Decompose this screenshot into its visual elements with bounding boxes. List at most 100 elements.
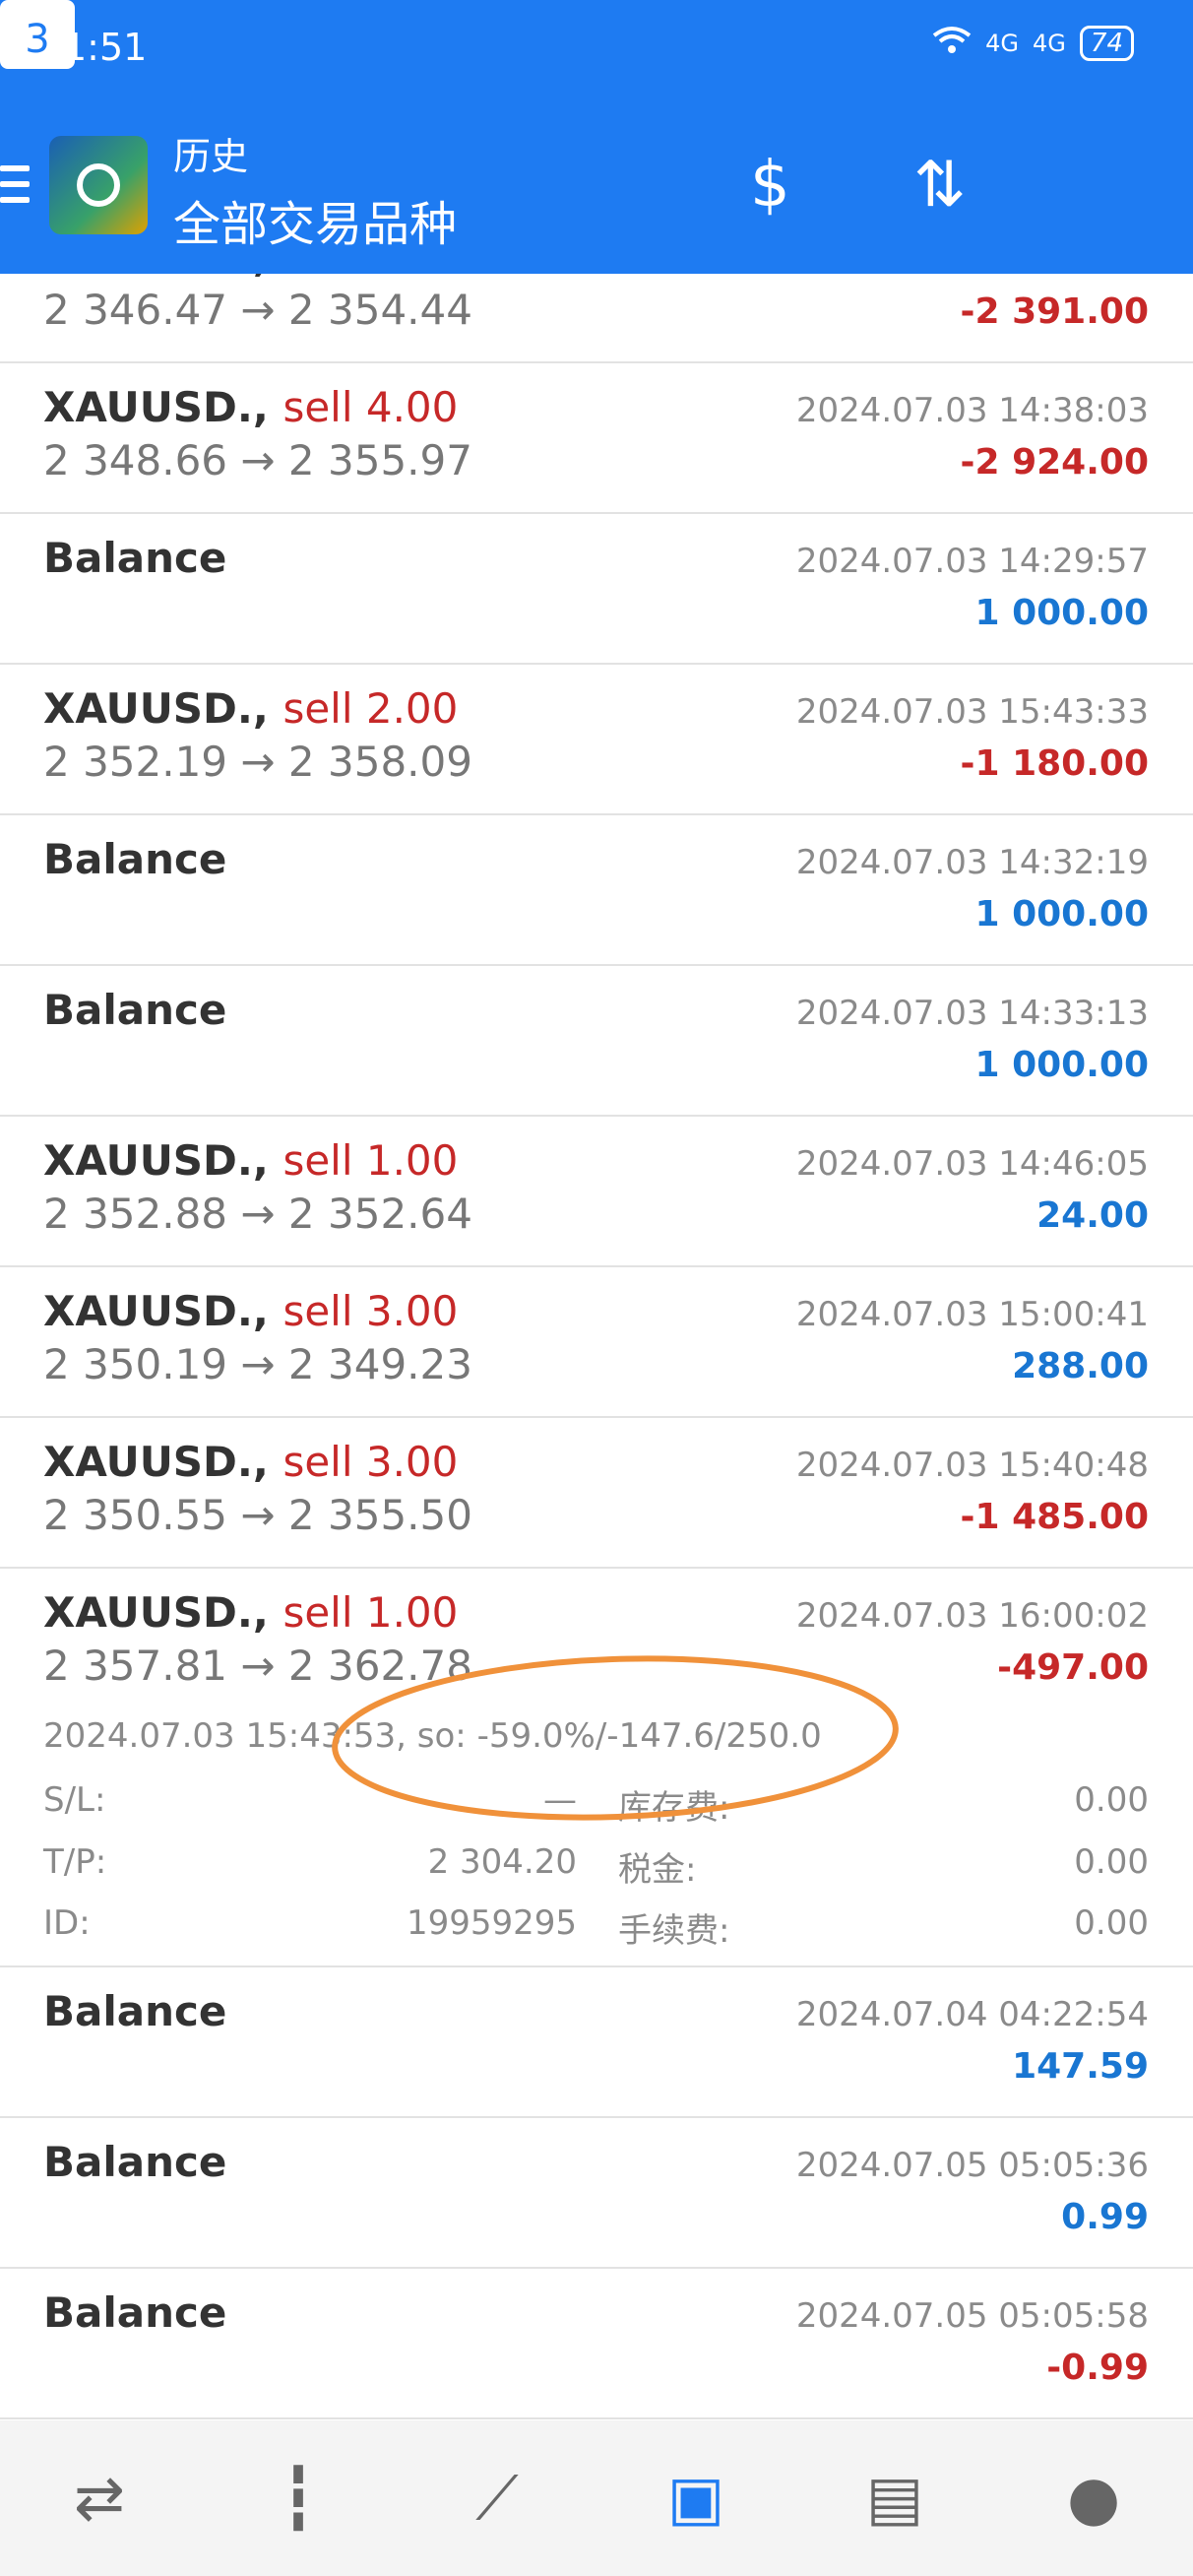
row-profit: -1 485.00 (960, 1497, 1149, 1537)
price-range: 2 352.88 → 2 352.64 (43, 1190, 472, 1238)
row-time: 2024.07.03 14:32:19 (795, 843, 1149, 882)
bottom-nav: ⇄ ┇ ⟋ ▣ ▤ ● (0, 2420, 1193, 2576)
balance-row[interactable]: Balance 2024.07.03 14:29:57 1 000.00 (0, 514, 1193, 665)
battery-icon: 74 (1079, 26, 1134, 61)
history-list[interactable]: 2 346.47 → 2 354.44 XAUUSD., sell 3.00 202… (0, 274, 1193, 2420)
trade-row[interactable]: 2 348.66 → 2 355.97 XAUUSD., sell 4.00 202… (0, 363, 1193, 514)
swap-value: 0.00 (1074, 1780, 1149, 1820)
trade-side: sell 1.00 (283, 1136, 459, 1185)
symbol-separator: , (252, 1588, 283, 1637)
app-bar: 1:51 4G 4G 74 历史 全部交易品种 $ ⇅ 3 (0, 0, 1193, 274)
trade-row[interactable]: 2 352.19 → 2 358.09 XAUUSD., sell 2.00 202… (0, 665, 1193, 815)
page-title[interactable]: 全部交易品种 (173, 185, 457, 254)
trade-row[interactable]: 2 357.81 → 2 362.78 XAUUSD., sell 1.00 202… (0, 1569, 1193, 1967)
chart-icon[interactable]: ┇ (254, 2454, 343, 2543)
balance-label: Balance (43, 835, 227, 883)
row-time: 2024.07.03 15:40:48 (795, 1446, 1149, 1485)
price-range: 2 350.19 → 2 349.23 (43, 1340, 472, 1388)
tax-value: 0.00 (1074, 1842, 1149, 1882)
trade-row[interactable]: 2 346.47 → 2 354.44 XAUUSD., sell 3.00 202… (0, 274, 1193, 363)
balance-row[interactable]: Balance 2024.07.03 14:32:19 1 000.00 (0, 815, 1193, 966)
trade-side: sell 3.00 (283, 274, 458, 281)
currency-exchange-icon[interactable]: $ (750, 146, 790, 225)
trade-side: sell 3.00 (283, 1438, 459, 1486)
price-range: 2 348.66 → 2 355.97 (43, 436, 472, 484)
symbol-name: XAUUSD. (43, 1588, 253, 1637)
trade-side: sell 2.00 (283, 684, 459, 733)
balance-row[interactable]: Balance 2024.07.04 04:22:54 147.59 (0, 1967, 1193, 2118)
balance-label: Balance (43, 2288, 227, 2337)
symbol-name: XAUUSD. (43, 1287, 253, 1335)
row-time: 2024.07.04 04:22:54 (795, 1995, 1149, 2034)
row-time: 2024.07.03 14:38:03 (795, 391, 1149, 430)
signal-icon-1: 4G (985, 30, 1020, 57)
price-range: 2 346.47 → 2 354.44 (43, 286, 472, 334)
quotes-icon[interactable]: ⇄ (55, 2454, 144, 2543)
row-time: 2024.07.03 15:43:33 (795, 692, 1149, 732)
fee-label: 手续费: (618, 1911, 730, 1951)
trade-side: sell 1.00 (283, 1588, 459, 1637)
menu-icon[interactable] (0, 165, 30, 211)
row-profit: -497.00 (997, 1647, 1149, 1688)
row-profit: 24.00 (1036, 1195, 1149, 1236)
id-label: ID: (43, 1903, 91, 1943)
trade-side: sell 3.00 (283, 1287, 459, 1335)
row-time: 2024.07.03 14:33:13 (795, 994, 1149, 1033)
row-time: 2024.07.03 15:35:48 (796, 274, 1149, 280)
symbol-label: XAUUSD., sell 3.00 (43, 274, 458, 281)
balance-label: Balance (43, 2138, 227, 2186)
balance-row[interactable]: Balance 2024.07.03 14:33:13 1 000.00 (0, 966, 1193, 1117)
swap-label: 库存费: (618, 1788, 730, 1828)
row-time: 2024.07.03 14:46:05 (795, 1144, 1149, 1184)
price-range: 2 352.19 → 2 358.09 (43, 738, 472, 786)
price-range: 2 350.55 → 2 355.50 (43, 1491, 472, 1539)
tp-value: 2 304.20 (427, 1842, 577, 1882)
row-time: 2024.07.03 16:00:02 (795, 1596, 1149, 1636)
row-profit: -2 391.00 (960, 291, 1149, 332)
symbol-label: XAUUSD., sell 2.00 (43, 684, 458, 733)
row-profit: 0.99 (1061, 2197, 1149, 2237)
symbol-name: XAUUSD. (43, 684, 253, 733)
symbol-separator: , (252, 1136, 283, 1185)
sl-label: S/L: (43, 1780, 106, 1820)
signal-icon-2: 4G (1033, 30, 1066, 57)
row-time: 2024.07.03 14:29:57 (795, 542, 1149, 581)
row-time: 2024.07.05 05:05:36 (795, 2146, 1149, 2185)
symbol-label: XAUUSD., sell 3.00 (43, 1438, 458, 1486)
trade-side: sell 4.00 (283, 383, 459, 431)
fee-value: 0.00 (1074, 1903, 1149, 1943)
row-profit: 147.59 (1012, 2046, 1149, 2087)
price-range: 2 357.81 → 2 362.78 (43, 1642, 472, 1690)
balance-label: Balance (43, 1987, 227, 2035)
symbol-label: XAUUSD., sell 3.00 (43, 1287, 458, 1335)
row-profit: -1 180.00 (960, 743, 1149, 784)
news-icon[interactable]: ▤ (850, 2454, 939, 2543)
row-profit: 1 000.00 (974, 593, 1149, 633)
trade-row[interactable]: 2 352.88 → 2 352.64 XAUUSD., sell 1.00 202… (0, 1117, 1193, 1267)
balance-label: Balance (43, 534, 227, 582)
app-logo (49, 136, 148, 234)
balance-row[interactable]: Balance 2024.07.05 05:05:58 -0.99 (0, 2269, 1193, 2419)
row-time: 2024.07.03 15:00:41 (795, 1295, 1149, 1334)
sl-value: — (543, 1780, 577, 1820)
symbol-label: XAUUSD., sell 1.00 (43, 1136, 458, 1185)
close-info: 2024.07.03 15:43:53, so: -59.0%/-147.6/2… (43, 1716, 822, 1756)
trade-row[interactable]: 2 350.19 → 2 349.23 XAUUSD., sell 3.00 202… (0, 1267, 1193, 1418)
symbol-name: XAUUSD. (43, 1438, 253, 1486)
sort-icon[interactable]: ⇅ (913, 146, 967, 225)
id-value: 19959295 (406, 1903, 577, 1943)
symbol-separator: , (252, 383, 283, 431)
history-icon[interactable]: ▣ (652, 2454, 740, 2543)
symbol-separator: , (252, 1287, 283, 1335)
trade-row[interactable]: 2 350.55 → 2 355.50 XAUUSD., sell 3.00 202… (0, 1418, 1193, 1569)
symbol-separator: , (252, 1438, 283, 1486)
row-profit: 1 000.00 (974, 894, 1149, 934)
chat-icon[interactable]: ● (1049, 2454, 1138, 2543)
balance-label: Balance (43, 986, 227, 1034)
balance-row[interactable]: Balance 2024.07.05 05:05:36 0.99 (0, 2118, 1193, 2269)
symbol-name: XAUUSD. (43, 383, 253, 431)
tax-label: 税金: (618, 1850, 697, 1890)
symbol-separator: , (253, 274, 283, 281)
trade-icon[interactable]: ⟋ (453, 2454, 541, 2543)
row-profit: 1 000.00 (974, 1045, 1149, 1085)
